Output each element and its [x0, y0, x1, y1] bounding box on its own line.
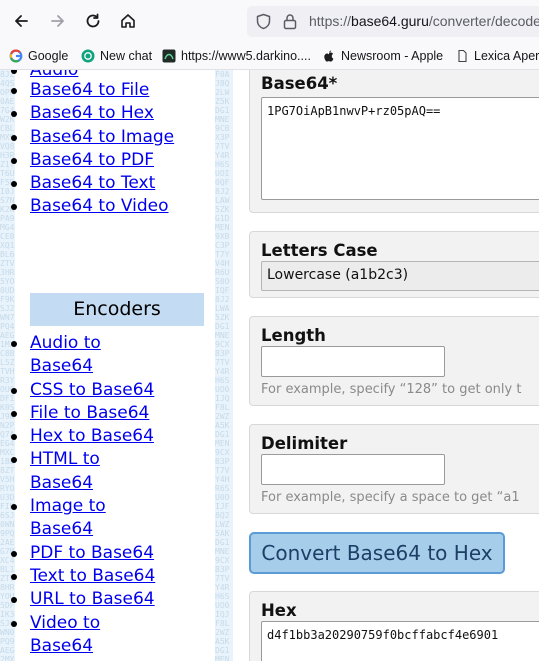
shield-icon[interactable]	[255, 13, 272, 30]
bookmark-darkino[interactable]: https://www5.darkino....	[162, 47, 311, 65]
home-icon	[121, 14, 135, 28]
list-item: Base64 to File	[11, 79, 180, 102]
sidebar-link-base64-to-file[interactable]: Base64 to File	[30, 80, 149, 100]
delimiter-label: Delimiter	[261, 434, 348, 453]
hex-block: Hex d4f1bb3a20290759f0bcffabcf4e6901	[249, 591, 539, 661]
encoders-list: Audio to Base64 CSS to Base64 File to Ba…	[10, 332, 155, 659]
decoders-list: Base64 to File Base64 to Hex Base64 to I…	[11, 79, 180, 219]
matrix-pattern-right: F0AJ8Q2LWZ5KDG1MNE9CBX3P7TVY4RH6SUOI0QF8…	[215, 70, 230, 661]
list-item: Hex to Base64	[10, 425, 155, 448]
bookmark-new-chat[interactable]: New chat	[81, 47, 152, 65]
sidebar-link-html-to-base64[interactable]: HTML to Base64	[30, 449, 100, 492]
bookmark-lexica[interactable]: Lexica Apert	[455, 47, 539, 65]
sidebar-link-text-to-base64[interactable]: Text to Base64	[30, 566, 155, 586]
back-button[interactable]	[8, 8, 34, 34]
bookmark-label: Lexica Apert	[474, 49, 539, 63]
letters-case-block: Letters Case Lowercase (a1b2c3)	[249, 231, 539, 298]
bookmarks-bar: Google New chat https://www5.darkino....…	[0, 42, 539, 70]
bookmark-newsroom-apple[interactable]: Newsroom - Apple	[322, 47, 443, 65]
list-item: Video to Base64	[11, 612, 150, 659]
sidebar-link-audio-to-base64[interactable]: Audio to Base64	[30, 333, 101, 376]
list-item: Base64 to Text	[11, 172, 180, 195]
base64-block: Base64* 1PG7OiApB1nwvP+rz05pAQ==	[249, 70, 539, 213]
sidebar-link-base64-to-text[interactable]: Base64 to Text	[30, 173, 155, 193]
sidebar-link-css-to-base64[interactable]: CSS to Base64	[30, 380, 154, 400]
lock-icon[interactable]	[282, 13, 298, 30]
sidebar-link-image-to-base64[interactable]: Image to Base64	[30, 496, 106, 539]
list-item: Base64 to Hex	[11, 102, 180, 125]
sidebar-link-base64-to-pdf[interactable]: Base64 to PDF	[30, 150, 154, 170]
base64-input[interactable]: 1PG7OiApB1nwvP+rz05pAQ==	[261, 97, 539, 200]
length-block: Length For example, specify “128” to get…	[249, 316, 539, 406]
base64-label: Base64*	[261, 74, 338, 93]
page-content: 8JZ4QSOPN0AE7G4W2KCBLMX9VQ8H3RZ1YT6UF5DI…	[0, 70, 539, 661]
page-icon	[455, 49, 469, 63]
bookmark-label: Newsroom - Apple	[341, 49, 444, 63]
sidebar-link-base64-to-image[interactable]: Base64 to Image	[30, 127, 174, 147]
list-item: Audio to Base64	[11, 332, 150, 379]
hex-output[interactable]: d4f1bb3a20290759f0bcffabcf4e6901	[261, 621, 539, 661]
delimiter-hint: For example, specify a space to get “a1	[261, 490, 520, 505]
home-button[interactable]	[115, 8, 141, 34]
url-host: base64.guru	[351, 13, 429, 29]
url-scheme: https://	[309, 13, 352, 29]
list-item: HTML to Base64	[11, 448, 150, 495]
convert-base64-to-hex-button[interactable]: Convert Base64 to Hex	[249, 532, 505, 574]
sidebar-link-url-to-base64[interactable]: URL to Base64	[30, 589, 155, 609]
length-hint: For example, specify “128” to get only t	[261, 382, 522, 397]
list-item: URL to Base64	[10, 588, 155, 611]
list-item: Base64 to PDF	[11, 149, 180, 172]
site-icon	[162, 49, 176, 63]
apple-icon	[322, 49, 336, 63]
sidebar-link-pdf-to-base64[interactable]: PDF to Base64	[30, 543, 154, 563]
delimiter-input[interactable]	[261, 454, 445, 485]
sidebar-link-hex-to-base64[interactable]: Hex to Base64	[30, 426, 154, 446]
list-item: Base64 to Image	[11, 126, 180, 149]
encoders-heading: Encoders	[30, 293, 204, 326]
back-arrow-icon	[15, 15, 28, 27]
forward-button[interactable]	[45, 8, 71, 34]
forward-arrow-icon	[51, 15, 64, 27]
list-item: CSS to Base64	[10, 379, 155, 402]
length-input[interactable]	[261, 346, 445, 377]
sidebar-link-file-to-base64[interactable]: File to Base64	[30, 403, 149, 423]
url-text[interactable]: https://base64.guru/converter/decode	[309, 13, 539, 29]
list-item: Text to Base64	[10, 565, 155, 588]
bookmark-label: Google	[28, 49, 69, 63]
delimiter-block: Delimiter For example, specify a space t…	[249, 424, 539, 514]
sidebar-link-video-to-base64[interactable]: Video to Base64	[30, 613, 100, 656]
chatgpt-icon	[81, 49, 95, 63]
letters-case-label: Letters Case	[261, 241, 378, 260]
list-item: Image to Base64	[11, 495, 150, 542]
hex-label: Hex	[261, 601, 297, 620]
sidebar-link-base64-to-video[interactable]: Base64 to Video	[30, 196, 169, 216]
address-bar[interactable]: https://base64.guru/converter/decode	[247, 6, 539, 37]
length-label: Length	[261, 326, 326, 345]
bookmark-google[interactable]: Google	[9, 47, 68, 65]
letters-case-select[interactable]: Lowercase (a1b2c3)	[261, 261, 539, 291]
bookmark-label: https://www5.darkino....	[181, 49, 311, 63]
list-item: Base64 to Video	[11, 195, 180, 218]
reload-button[interactable]	[80, 8, 106, 34]
google-icon	[9, 49, 23, 63]
bookmark-label: New chat	[100, 49, 153, 63]
reload-icon	[86, 13, 100, 28]
sidebar-link-base64-to-hex[interactable]: Base64 to Hex	[30, 103, 154, 123]
list-item: PDF to Base64	[10, 542, 155, 565]
list-item: File to Base64	[10, 402, 155, 425]
browser-toolbar: https://base64.guru/converter/decode	[0, 0, 539, 42]
url-path: /converter/decode	[428, 13, 539, 29]
